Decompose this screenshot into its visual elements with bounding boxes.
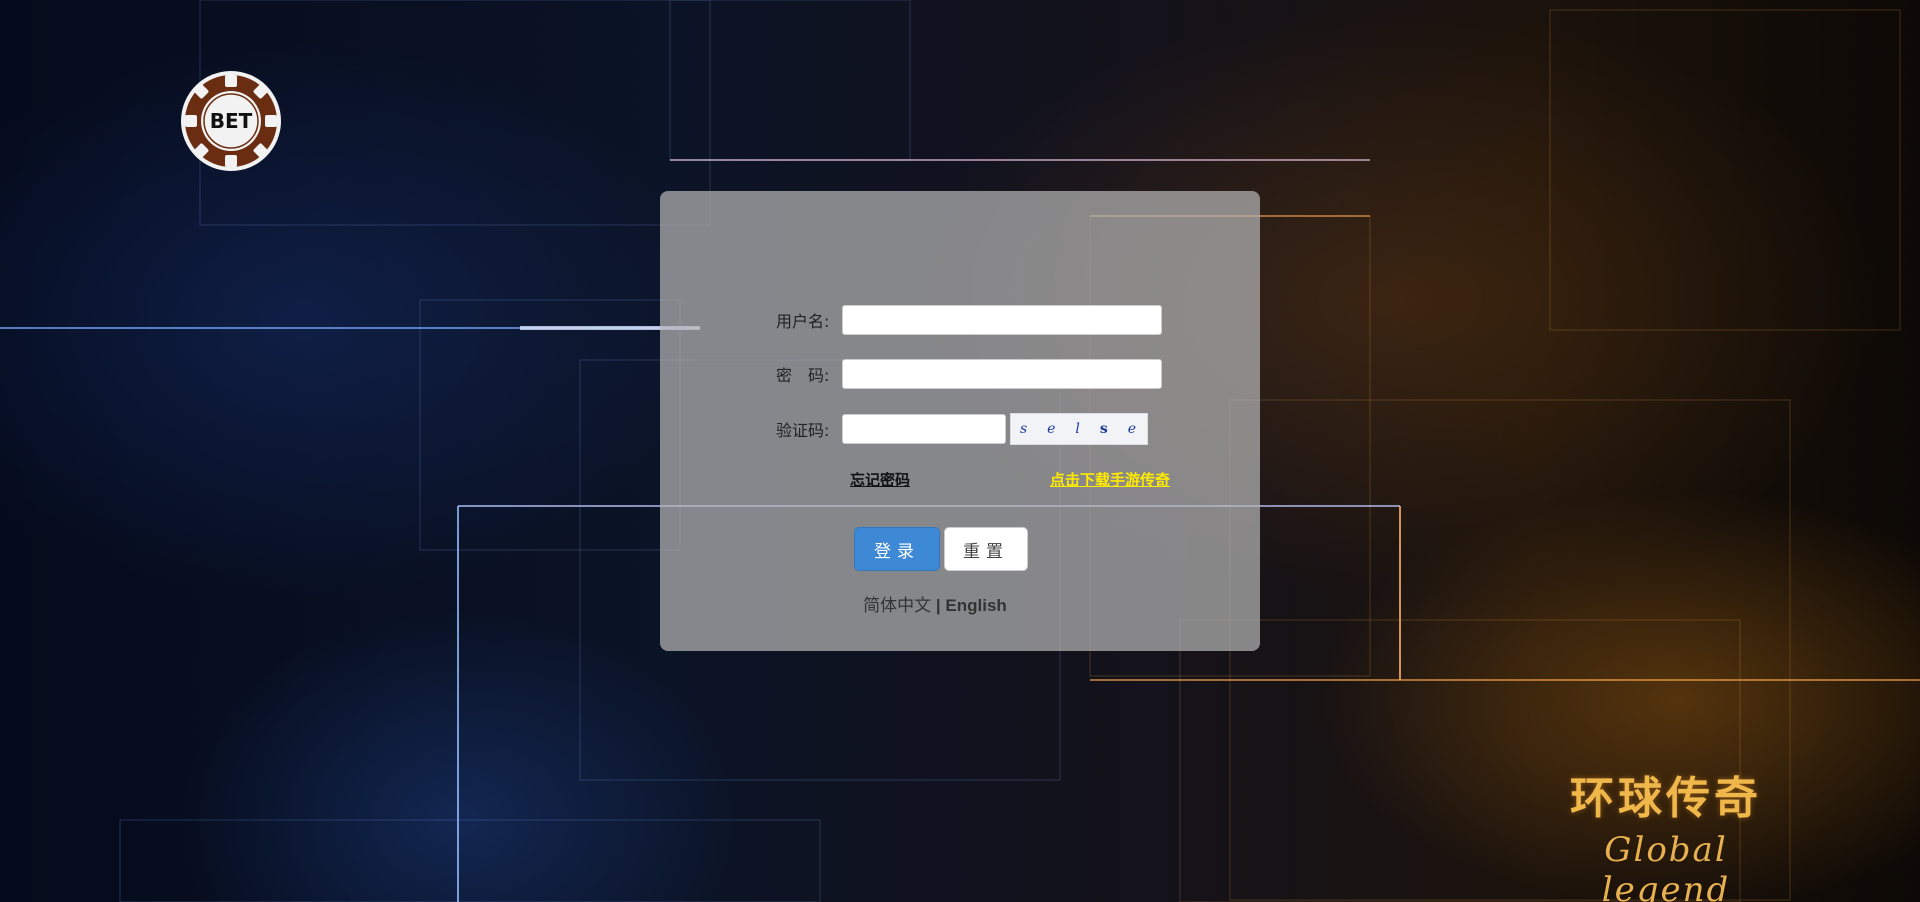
captcha-char: l xyxy=(1075,421,1082,437)
brand-english-title: Global legend xyxy=(1601,830,1731,902)
login-panel: 用户名: 密 码: 验证码: s e l s e 忘记密码 点击下载手游传奇 登… xyxy=(660,191,1260,651)
brand-chinese-title: 环球传奇 xyxy=(1570,773,1762,824)
password-row: 密 码: xyxy=(776,359,1162,389)
reset-button[interactable]: 重置 xyxy=(944,527,1028,571)
forgot-password-link[interactable]: 忘记密码 xyxy=(850,469,910,490)
username-input[interactable] xyxy=(842,305,1162,335)
captcha-row: 验证码: s e l s e xyxy=(776,413,1148,445)
brand-logo: 环球传奇 Global legend xyxy=(1536,762,1796,902)
username-label: 用户名: xyxy=(776,312,830,331)
language-chinese-link[interactable]: 简体中文 xyxy=(863,596,931,616)
captcha-char: e xyxy=(1047,421,1058,437)
bet-logo: BET xyxy=(180,70,282,172)
language-switcher: 简体中文 | English xyxy=(660,591,1210,616)
captcha-char: s xyxy=(1099,421,1110,437)
password-input[interactable] xyxy=(842,359,1162,389)
captcha-char: e xyxy=(1127,421,1139,437)
captcha-char: s xyxy=(1019,421,1030,437)
language-english-link[interactable]: English xyxy=(945,596,1006,615)
captcha-image[interactable]: s e l s e xyxy=(1010,413,1148,445)
language-separator: | xyxy=(935,596,941,615)
login-button[interactable]: 登录 xyxy=(854,527,940,571)
svg-text:BET: BET xyxy=(210,109,253,133)
form-links: 忘记密码 点击下载手游传奇 xyxy=(850,469,1170,490)
captcha-input[interactable] xyxy=(842,414,1006,444)
username-row: 用户名: xyxy=(776,305,1162,335)
captcha-label: 验证码: xyxy=(776,421,830,440)
password-label: 密 码: xyxy=(776,366,830,385)
form-buttons: 登录 重置 xyxy=(854,527,1028,571)
download-mobile-game-link[interactable]: 点击下载手游传奇 xyxy=(1050,469,1170,490)
